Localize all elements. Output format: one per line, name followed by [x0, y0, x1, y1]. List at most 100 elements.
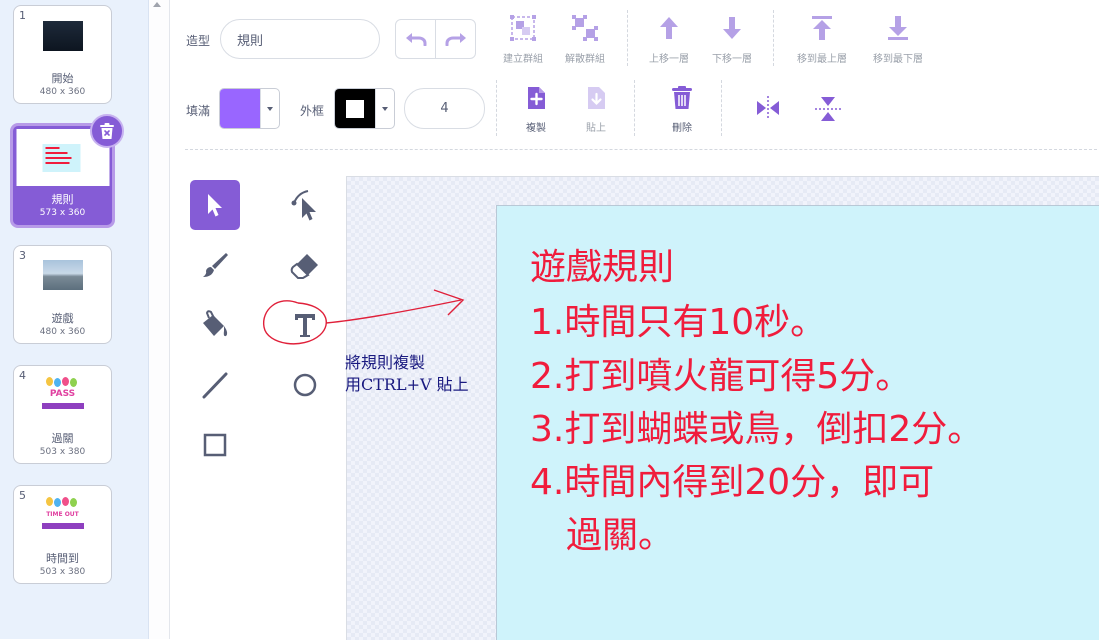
costume-thumbnail: [42, 260, 83, 290]
front-button[interactable]: 移到最上層: [790, 14, 854, 65]
fill-color-picker[interactable]: [219, 88, 280, 129]
rectangle-icon: [203, 433, 227, 457]
back-button[interactable]: 移到最下層: [866, 14, 930, 65]
costume-name-label: 造型: [186, 34, 211, 48]
group-button[interactable]: 建立群組: [496, 14, 550, 65]
costume-name: 時間到: [46, 552, 79, 565]
outline-label: 外框: [300, 104, 325, 118]
toolbar-separator: [773, 10, 774, 66]
thumbnail-text: PASS: [49, 389, 76, 399]
toolbar-separator: [627, 10, 628, 66]
circle-tool[interactable]: [280, 360, 330, 410]
brush-tool[interactable]: [190, 240, 240, 290]
costume-thumbnail: TIME OUT: [41, 497, 84, 531]
trash-icon: [672, 86, 692, 109]
chevron-down-icon: [260, 89, 279, 128]
backward-button[interactable]: 下移一層: [704, 14, 760, 65]
fill-swatch: [220, 89, 260, 128]
costume-item-1[interactable]: 1 開始 480 x 360: [13, 5, 112, 104]
brush-icon: [203, 253, 228, 277]
costume-item-3[interactable]: 3 遊戲 480 x 360: [13, 245, 112, 344]
annotation-circle-arrow: [263, 289, 465, 345]
costume-name-input[interactable]: 規則: [220, 19, 380, 59]
costume-name: 開始: [51, 72, 74, 85]
move-to-front-icon: [812, 16, 832, 40]
outline-width-input[interactable]: 4: [404, 88, 485, 129]
costume-item-4[interactable]: 4 PASS 過關 503 x 380: [13, 365, 112, 464]
costume-number: 3: [19, 249, 26, 262]
forward-button[interactable]: 上移一層: [641, 14, 697, 65]
rule-line-2: 2.打到噴火龍可得5分。: [530, 356, 912, 397]
rule-line-4: 4.時間內得到20分，即可: [530, 462, 935, 503]
flip-horizontal-button[interactable]: [752, 95, 784, 125]
ungroup-button[interactable]: 解散群組: [558, 14, 612, 65]
costume-size: 480 x 360: [39, 327, 86, 337]
move-backward-icon: [723, 17, 741, 39]
costume-size: 480 x 360: [39, 87, 86, 97]
delete-label: 刪除: [672, 123, 692, 134]
delete-button[interactable]: 刪除: [658, 85, 706, 134]
line-icon: [202, 372, 228, 399]
line-tool[interactable]: [190, 360, 240, 410]
back-label: 移到最下層: [873, 54, 923, 65]
flip-vertical-icon: [815, 97, 841, 121]
group-icon: [510, 15, 536, 41]
costume-size: 573 x 360: [39, 208, 86, 218]
copy-button[interactable]: 複製: [512, 85, 560, 134]
toolbar-separator: [721, 80, 722, 136]
costume-number: 1: [19, 9, 26, 22]
paste-icon: [588, 87, 605, 109]
costume-name: 規則: [51, 193, 74, 206]
rule-line-1: 1.時間只有10秒。: [530, 302, 827, 343]
group-label: 建立群組: [503, 54, 543, 65]
delete-costume-button[interactable]: [90, 114, 124, 148]
paste-label: 貼上: [586, 123, 606, 134]
undo-redo-group: [395, 19, 476, 59]
ungroup-icon: [572, 15, 598, 41]
redo-button[interactable]: [436, 20, 475, 58]
paste-button[interactable]: 貼上: [572, 85, 620, 134]
outline-width-value: 4: [440, 101, 449, 116]
eraser-tool[interactable]: [280, 240, 330, 290]
undo-button[interactable]: [396, 20, 436, 58]
backward-label: 下移一層: [712, 54, 752, 65]
undo-icon: [405, 33, 426, 46]
fill-tool[interactable]: [190, 300, 240, 350]
costume-number: 4: [19, 369, 26, 382]
fill-label: 填滿: [186, 104, 211, 118]
reshape-tool[interactable]: [280, 180, 330, 230]
arrow-cursor-icon: [208, 194, 222, 217]
flip-horizontal-icon: [757, 96, 779, 120]
thumbnail-text: TIME OUT: [46, 510, 79, 518]
move-to-back-icon: [888, 16, 908, 40]
costume-thumbnail: PASS: [41, 377, 84, 411]
eraser-icon: [290, 254, 318, 279]
select-tool[interactable]: [190, 180, 240, 230]
move-forward-icon: [660, 17, 678, 39]
outline-color-picker[interactable]: [334, 88, 395, 129]
forward-label: 上移一層: [649, 54, 689, 65]
outline-swatch: [335, 89, 375, 128]
annotation-line-1: 將規則複製: [345, 353, 426, 372]
toolbar-separator: [496, 80, 497, 136]
costume-list-scrollbar[interactable]: [149, 0, 170, 639]
copy-icon: [528, 87, 545, 109]
toolbar-separator: [634, 80, 635, 136]
costume-item-5[interactable]: 5 TIME OUT 時間到 503 x 380: [13, 485, 112, 584]
rules-title: 遊戲規則: [530, 247, 675, 288]
trash-icon: [100, 123, 114, 139]
rectangle-tool[interactable]: [190, 420, 240, 470]
flip-vertical-button[interactable]: [812, 95, 844, 127]
costume-number: 5: [19, 489, 26, 502]
front-label: 移到最上層: [797, 54, 847, 65]
scroll-up-arrow-icon[interactable]: [153, 2, 161, 7]
copy-label: 複製: [526, 123, 546, 134]
toolbar-divider: [185, 149, 1097, 150]
paint-bucket-icon: [203, 310, 228, 337]
costume-size: 503 x 380: [39, 447, 86, 457]
costume-name-value: 規則: [237, 33, 264, 49]
costume-list: 1 開始 480 x 360 2 規則 573 x 360 3 遊戲 480 x…: [0, 0, 149, 639]
costume-size: 503 x 380: [39, 567, 86, 577]
rule-line-3: 3.打到蝴蝶或鳥，倒扣2分。: [530, 409, 984, 450]
circle-icon: [293, 373, 317, 397]
